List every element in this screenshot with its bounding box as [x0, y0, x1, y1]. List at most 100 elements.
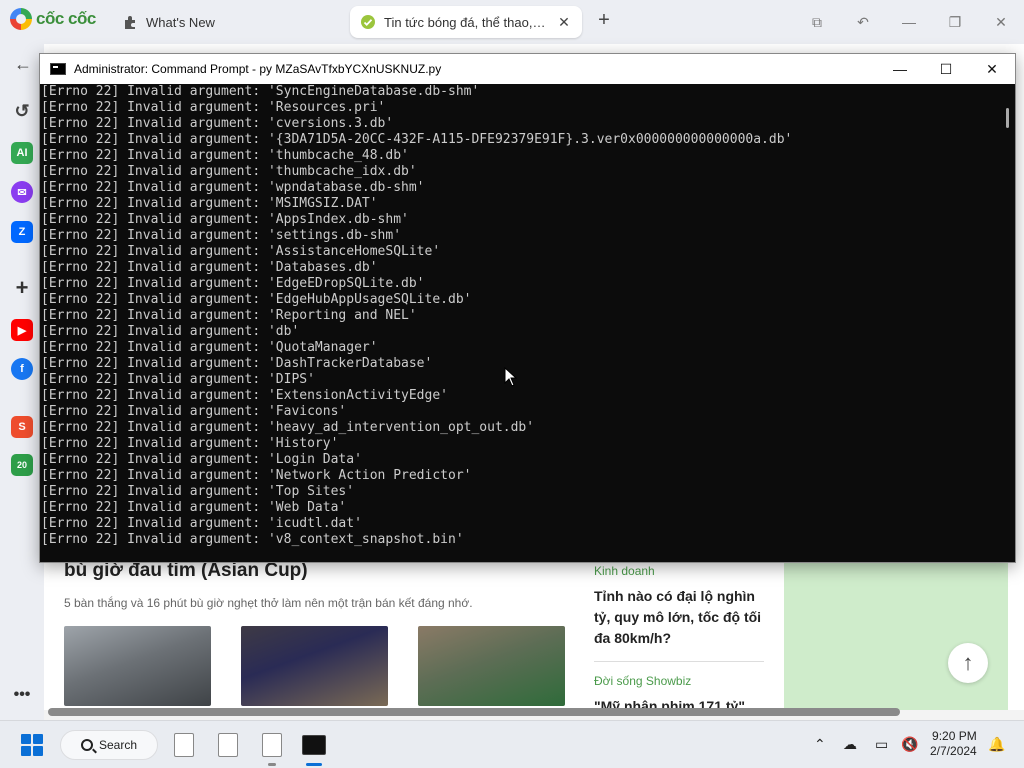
- taskbar: Search ⌃ ☁ ▭ 🔇 9:20 PM 2/7/2024 🔔: [0, 720, 1024, 768]
- console-line: [Errno 22] Invalid argument: '{3DA71D5A-…: [41, 132, 793, 147]
- side-news-list: Kinh doanh Tỉnh nào có đại lộ nghìn tỷ, …: [594, 564, 764, 717]
- news-category[interactable]: Đời sống Showbiz: [594, 674, 764, 688]
- console-line: [Errno 22] Invalid argument: 'Resources.…: [41, 100, 386, 115]
- coccoc-logo-icon: [10, 8, 32, 30]
- youtube-icon[interactable]: ▶: [11, 319, 33, 341]
- console-line: [Errno 22] Invalid argument: 'thumbcache…: [41, 164, 417, 179]
- console-line: [Errno 22] Invalid argument: 'thumbcache…: [41, 148, 409, 163]
- cmd-minimize-button[interactable]: —: [877, 54, 923, 84]
- tab-whats-new[interactable]: What's New: [112, 6, 337, 38]
- console-line: [Errno 22] Invalid argument: 'wpndatabas…: [41, 180, 425, 195]
- news-category[interactable]: Kinh doanh: [594, 564, 764, 578]
- article-thumbnail[interactable]: [418, 626, 565, 706]
- console-line: [Errno 22] Invalid argument: 'DIPS': [41, 372, 315, 387]
- featured-article[interactable]: bù giờ đau tim (Asian Cup) 5 bàn thắng v…: [64, 560, 574, 610]
- page-horizontal-scrollbar[interactable]: [48, 708, 900, 716]
- active-indicator: [306, 763, 322, 766]
- messenger-icon[interactable]: ✉: [11, 181, 33, 203]
- screen-capture-icon[interactable]: ⧉: [794, 0, 840, 44]
- article-description: 5 bàn thắng và 16 phút bù giờ nghẹt thở …: [64, 596, 473, 610]
- console-line: [Errno 22] Invalid argument: 'cversions.…: [41, 116, 394, 131]
- history-icon[interactable]: ↺: [11, 100, 33, 122]
- taskbar-file-icon[interactable]: [218, 733, 238, 757]
- clock-date: 2/7/2024: [930, 744, 977, 758]
- brand-name: cốc cốc: [36, 9, 96, 28]
- coccoc-logo[interactable]: cốc cốc: [10, 8, 96, 30]
- cmd-window-title: Administrator: Command Prompt - py MZaSA…: [74, 62, 442, 76]
- search-icon: [81, 739, 93, 751]
- ai-assistant-icon[interactable]: AI: [11, 142, 33, 164]
- console-line: [Errno 22] Invalid argument: 'Reporting …: [41, 308, 417, 323]
- console-line: [Errno 22] Invalid argument: 'DashTracke…: [41, 356, 433, 371]
- mouse-pointer-icon: [504, 367, 518, 387]
- notification-bell-icon[interactable]: 🔔: [988, 736, 1005, 753]
- terminal-icon: [50, 63, 66, 75]
- console-line: [Errno 22] Invalid argument: 'ExtensionA…: [41, 388, 448, 403]
- article-thumbnails: [64, 626, 565, 706]
- cmd-maximize-button[interactable]: ☐: [923, 54, 969, 84]
- advert-panel: [784, 560, 1008, 710]
- divider: [594, 661, 764, 662]
- console-line: [Errno 22] Invalid argument: 'Network Ac…: [41, 468, 472, 483]
- console-line: [Errno 22] Invalid argument: 'History': [41, 436, 339, 451]
- new-tab-button[interactable]: +: [594, 9, 614, 32]
- console-line: [Errno 22] Invalid argument: 'EdgeHubApp…: [41, 292, 472, 307]
- console-output[interactable]: [Errno 22] Invalid argument: 'SyncEngine…: [40, 84, 999, 562]
- facebook-icon[interactable]: f: [11, 358, 33, 380]
- article-thumbnail[interactable]: [64, 626, 211, 706]
- console-line: [Errno 22] Invalid argument: 'Web Data': [41, 500, 347, 515]
- scroll-to-top-button[interactable]: ↑: [948, 643, 988, 683]
- back-arrow-icon[interactable]: ←: [14, 54, 32, 75]
- zalo-icon[interactable]: Z: [11, 221, 33, 243]
- console-line: [Errno 22] Invalid argument: 'QuotaManag…: [41, 340, 378, 355]
- volume-muted-icon[interactable]: 🔇: [901, 736, 918, 753]
- taskbar-file-icon[interactable]: [174, 733, 194, 757]
- console-line: [Errno 22] Invalid argument: 'SyncEngine…: [41, 84, 480, 99]
- onedrive-icon[interactable]: ☁: [843, 736, 857, 753]
- console-line: [Errno 22] Invalid argument: 'Top Sites': [41, 484, 355, 499]
- search-label: Search: [99, 738, 138, 752]
- close-window-button[interactable]: ✕: [978, 0, 1024, 44]
- taskbar-file-icon[interactable]: [262, 733, 282, 757]
- console-line: [Errno 22] Invalid argument: 'heavy_ad_i…: [41, 420, 535, 435]
- news-site-icon: [361, 15, 375, 29]
- taskbar-search[interactable]: Search: [60, 730, 158, 760]
- console-lines: [Errno 22] Invalid argument: 'SyncEngine…: [40, 84, 999, 548]
- puzzle-icon: [125, 16, 135, 29]
- article-thumbnail[interactable]: [241, 626, 388, 706]
- console-line: [Errno 22] Invalid argument: 'db': [41, 324, 300, 339]
- cmd-titlebar[interactable]: Administrator: Command Prompt - py MZaSA…: [40, 54, 1015, 84]
- shopee-icon[interactable]: S: [11, 416, 33, 438]
- tab-title: Tin tức bóng đá, thể thao, giải trí: [384, 14, 548, 30]
- browser-sidebar: ← ↺ AI ✉ Z + ▶ f S 20 •••: [0, 44, 44, 720]
- network-icon[interactable]: ▭: [875, 736, 888, 753]
- console-scrollbar[interactable]: [998, 84, 1015, 562]
- console-line: [Errno 22] Invalid argument: 'Databases.…: [41, 260, 378, 275]
- cmd-close-button[interactable]: ✕: [969, 54, 1015, 84]
- tab-news[interactable]: Tin tức bóng đá, thể thao, giải trí ✕: [350, 6, 582, 38]
- console-line: [Errno 22] Invalid argument: 'icudtl.dat…: [41, 516, 362, 531]
- close-tab-icon[interactable]: ✕: [556, 14, 572, 31]
- console-line: [Errno 22] Invalid argument: 'EdgeEDropS…: [41, 276, 425, 291]
- console-scroll-thumb[interactable]: [1006, 108, 1009, 128]
- undo-close-icon[interactable]: ↶: [840, 0, 886, 44]
- clock[interactable]: 9:20 PM 2/7/2024: [930, 729, 977, 759]
- window-controls: ⧉ ↶ — ❐ ✕: [794, 0, 1024, 44]
- console-line: [Errno 22] Invalid argument: 'Assistance…: [41, 244, 441, 259]
- restore-button[interactable]: ❐: [932, 0, 978, 44]
- windows-start-icon[interactable]: [21, 734, 43, 756]
- console-line: [Errno 22] Invalid argument: 'AppsIndex.…: [41, 212, 409, 227]
- tab-title: What's New: [146, 14, 215, 30]
- taskbar-terminal-icon[interactable]: [302, 735, 326, 755]
- chevron-up-icon[interactable]: ⌃: [814, 736, 826, 753]
- browser-tabbar: cốc cốc What's New Tin tức bóng đá, thể …: [0, 0, 1024, 44]
- calendar-icon[interactable]: 20: [11, 454, 33, 476]
- minimize-button[interactable]: —: [886, 0, 932, 44]
- console-line: [Errno 22] Invalid argument: 'Login Data…: [41, 452, 362, 467]
- console-line: [Errno 22] Invalid argument: 'Favicons': [41, 404, 347, 419]
- console-line: [Errno 22] Invalid argument: 'v8_context…: [41, 532, 464, 547]
- add-app-icon[interactable]: +: [11, 275, 33, 300]
- article-title[interactable]: bù giờ đau tim (Asian Cup): [64, 560, 574, 582]
- news-title[interactable]: Tỉnh nào có đại lộ nghìn tỷ, quy mô lớn,…: [594, 586, 764, 649]
- more-icon[interactable]: •••: [11, 684, 33, 706]
